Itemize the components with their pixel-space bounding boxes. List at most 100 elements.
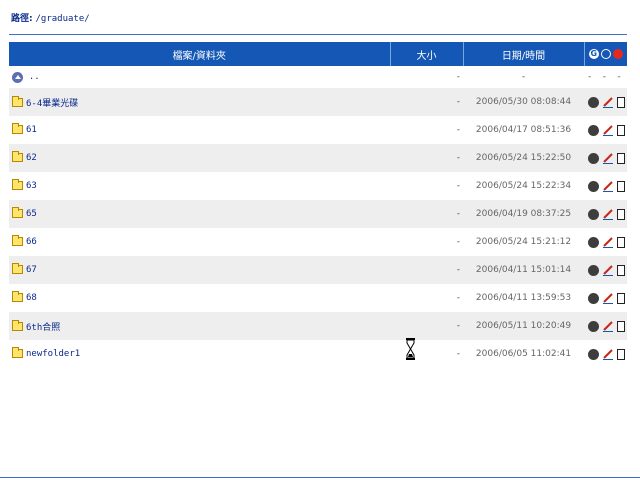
folder-icon[interactable]: [12, 151, 23, 163]
table-row[interactable]: 6-4畢業光碟 - 2006/05/30 08:08:44: [9, 88, 627, 116]
folder-icon[interactable]: [12, 95, 23, 107]
edit-pencil-icon[interactable]: [602, 124, 614, 136]
table-row[interactable]: newfolder1 - 2006/06/05 11:02:41: [9, 340, 627, 368]
actions-cell: [584, 88, 627, 116]
folder-icon[interactable]: [12, 179, 23, 191]
size-value: -: [456, 209, 460, 219]
size-value: -: [456, 293, 460, 303]
date-value: 2006/04/19 08:37:25: [475, 209, 572, 219]
folder-link[interactable]: 67: [26, 265, 37, 275]
parent-directory-row[interactable]: .. - - - - -: [9, 66, 627, 88]
date-value: 2006/05/24 15:21:12: [475, 237, 572, 247]
size-cell: -: [390, 88, 463, 116]
actions-cell: [584, 284, 627, 312]
actions-cell: [584, 340, 627, 368]
open-icon[interactable]: [588, 180, 599, 192]
open-icon[interactable]: [588, 292, 599, 304]
open-icon[interactable]: [588, 152, 599, 164]
folder-link[interactable]: 6-4畢業光碟: [26, 99, 78, 109]
file-table: 檔案/資料夾 大小 日期/時間 G .. - - - - - 6-4畢業光碟 - 2…: [9, 42, 627, 368]
folder-link[interactable]: 66: [26, 237, 37, 247]
delete-checkbox-icon[interactable]: [617, 236, 625, 248]
up-folder-icon[interactable]: [12, 71, 23, 83]
table-row[interactable]: 65 - 2006/04/19 08:37:25: [9, 200, 627, 228]
edit-pencil-icon[interactable]: [602, 236, 614, 248]
open-icon[interactable]: [588, 320, 599, 332]
table-row[interactable]: 62 - 2006/05/24 15:22:50: [9, 144, 627, 172]
table-header-row: 檔案/資料夾 大小 日期/時間 G: [9, 42, 627, 66]
folder-icon[interactable]: [12, 263, 23, 275]
date-cell: 2006/05/11 10:20:49: [463, 312, 584, 340]
edit-pencil-icon[interactable]: [602, 320, 614, 332]
size-value: -: [456, 349, 460, 359]
date-cell: 2006/05/24 15:21:12: [463, 228, 584, 256]
open-icon[interactable]: [588, 124, 599, 136]
table-row[interactable]: 63 - 2006/05/24 15:22:34: [9, 172, 627, 200]
open-icon[interactable]: [588, 264, 599, 276]
size-cell: -: [390, 116, 463, 144]
open-icon[interactable]: [588, 348, 599, 360]
table-row[interactable]: 66 - 2006/05/24 15:21:12: [9, 228, 627, 256]
edit-pencil-icon[interactable]: [602, 152, 614, 164]
delete-checkbox-icon[interactable]: [617, 208, 625, 220]
name-cell: 6-4畢業光碟: [9, 88, 390, 116]
folder-icon[interactable]: [12, 319, 23, 331]
edit-pencil-icon[interactable]: [602, 208, 614, 220]
size-cell: -: [390, 200, 463, 228]
delete-checkbox-icon[interactable]: [617, 264, 625, 276]
table-row[interactable]: 68 - 2006/04/11 13:59:53: [9, 284, 627, 312]
date-value: 2006/05/24 15:22:50: [475, 153, 572, 163]
date-cell: 2006/05/30 08:08:44: [463, 88, 584, 116]
column-header-name[interactable]: 檔案/資料夾: [9, 42, 391, 66]
table-row[interactable]: 61 - 2006/04/17 08:51:36: [9, 116, 627, 144]
edit-pencil-icon[interactable]: [602, 180, 614, 192]
folder-link[interactable]: 61: [26, 125, 37, 135]
size-cell: -: [390, 172, 463, 200]
status-divider: [0, 477, 640, 478]
size-value: -: [456, 125, 460, 135]
table-row[interactable]: 67 - 2006/04/11 15:01:14: [9, 256, 627, 284]
folder-link[interactable]: 6th合照: [26, 323, 60, 333]
delete-checkbox-icon[interactable]: [617, 320, 625, 332]
size-cell: -: [390, 144, 463, 172]
size-cell: -: [390, 256, 463, 284]
edit-pencil-icon[interactable]: [602, 292, 614, 304]
open-icon[interactable]: [588, 236, 599, 248]
folder-link[interactable]: 68: [26, 293, 37, 303]
size-value: -: [456, 153, 460, 163]
folder-icon[interactable]: [12, 207, 23, 219]
size-cell: -: [390, 312, 463, 340]
folder-icon[interactable]: [12, 123, 23, 135]
date-value: 2006/04/17 08:51:36: [475, 125, 572, 135]
delete-checkbox-icon[interactable]: [617, 180, 625, 192]
edit-pencil-icon[interactable]: [602, 264, 614, 276]
delete-checkbox-icon[interactable]: [617, 124, 625, 136]
get-icon[interactable]: G: [588, 48, 599, 59]
parent-directory-link[interactable]: ..: [29, 72, 40, 82]
column-header-size[interactable]: 大小: [390, 42, 464, 66]
delete-checkbox-icon[interactable]: [617, 292, 625, 304]
actions-cell: [584, 200, 627, 228]
folder-link[interactable]: 62: [26, 153, 37, 163]
folder-link[interactable]: 63: [26, 181, 37, 191]
rename-icon[interactable]: [600, 48, 611, 59]
size-value: -: [456, 265, 460, 275]
delete-checkbox-icon[interactable]: [617, 96, 625, 108]
edit-pencil-icon[interactable]: [602, 348, 614, 360]
column-header-date[interactable]: 日期/時間: [463, 42, 585, 66]
delete-checkbox-icon[interactable]: [617, 348, 625, 360]
name-cell: 6th合照: [9, 312, 390, 340]
open-icon[interactable]: [588, 208, 599, 220]
table-row[interactable]: 6th合照 - 2006/05/11 10:20:49: [9, 312, 627, 340]
folder-icon[interactable]: [12, 347, 23, 359]
delete-all-icon[interactable]: [612, 48, 623, 59]
delete-checkbox-icon[interactable]: [617, 152, 625, 164]
folder-icon[interactable]: [12, 291, 23, 303]
folder-link[interactable]: 65: [26, 209, 37, 219]
folder-icon[interactable]: [12, 235, 23, 247]
open-icon[interactable]: [588, 96, 599, 108]
edit-pencil-icon[interactable]: [602, 96, 614, 108]
action-placeholder: -: [617, 72, 621, 82]
folder-link[interactable]: newfolder1: [26, 349, 80, 359]
divider: [9, 34, 627, 35]
